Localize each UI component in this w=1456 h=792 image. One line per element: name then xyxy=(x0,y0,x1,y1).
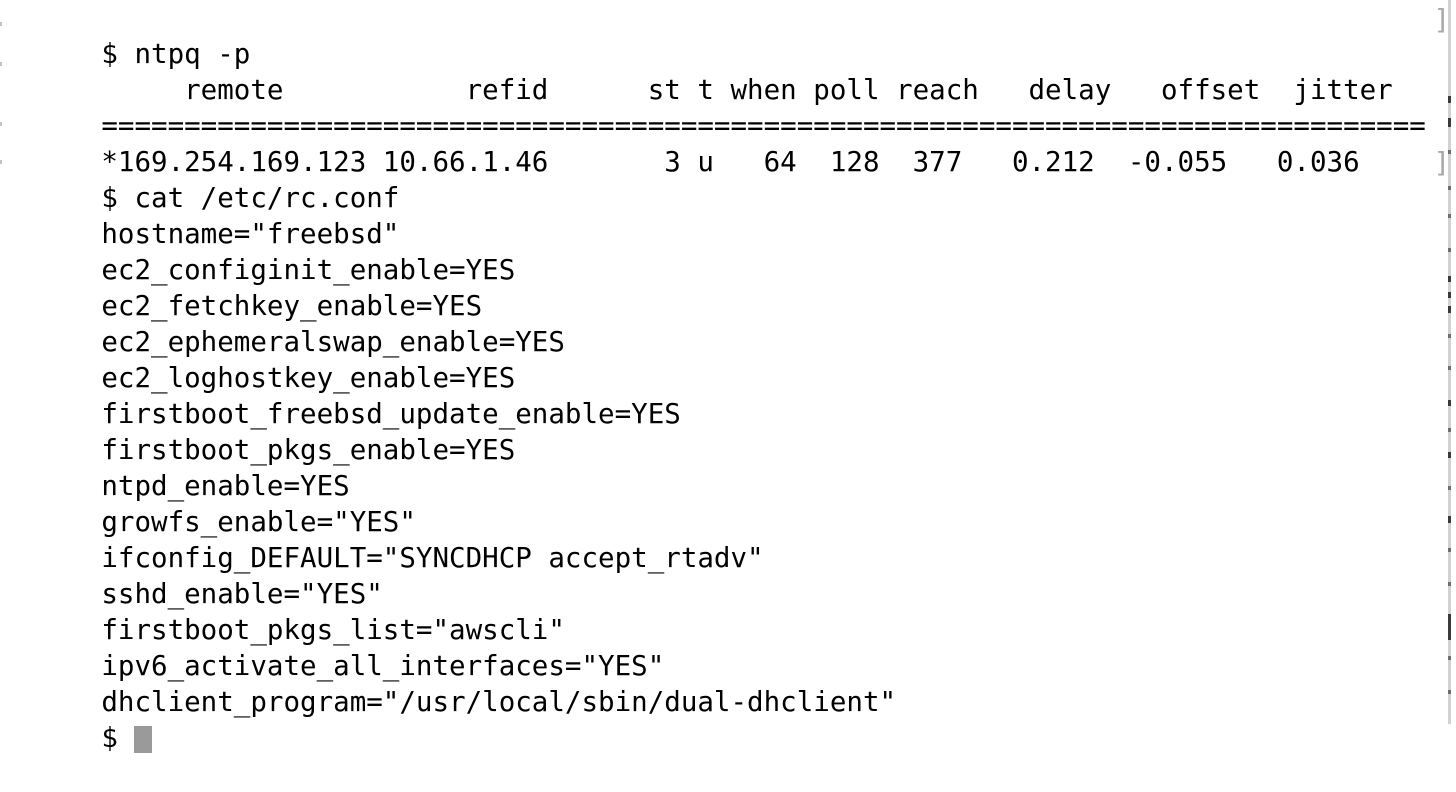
line-text: ntpd_enable=YES xyxy=(101,470,350,502)
minimap-tick xyxy=(1448,548,1451,552)
minimap-tick xyxy=(1448,656,1451,660)
left-edge-mark xyxy=(0,62,2,66)
text-cursor xyxy=(134,726,152,753)
left-edge-mark xyxy=(0,22,2,26)
minimap-tick xyxy=(1448,306,1451,313)
line-text: ipv6_activate_all_interfaces="YES" xyxy=(101,650,665,682)
line-text: hostname="freebsd" xyxy=(101,218,400,250)
minimap-tick xyxy=(1448,334,1451,338)
minimap-tick xyxy=(1448,150,1451,154)
minimap-tick xyxy=(1448,214,1451,218)
minimap-thumb[interactable] xyxy=(1448,614,1451,640)
line-text: dhclient_program="/usr/local/sbin/dual-d… xyxy=(101,686,897,718)
line-text: remote refid st t when poll reach delay … xyxy=(101,74,1393,106)
minimap-tick xyxy=(1448,516,1451,523)
line-text: firstboot_pkgs_list="awscli" xyxy=(101,614,565,646)
minimap-tick xyxy=(1448,400,1451,406)
left-edge-mark xyxy=(0,122,2,126)
line-text: $ ntpq -p xyxy=(101,38,251,70)
minimap-tick xyxy=(1448,582,1451,586)
line-text: ec2_ephemeralswap_enable=YES xyxy=(101,326,565,358)
terminal-window[interactable]: $ ntpq -p remote refid st t when poll re… xyxy=(0,0,1456,754)
line-text: firstboot_pkgs_enable=YES xyxy=(101,434,516,466)
prompt-symbol: $ xyxy=(101,722,118,754)
line-text: *169.254.169.123 10.66.1.46 3 u 64 128 3… xyxy=(101,146,1360,178)
minimap-tick xyxy=(1448,366,1451,370)
left-edge-mark xyxy=(0,160,2,164)
line-text: growfs_enable="YES" xyxy=(101,506,416,538)
minimap-tick xyxy=(1448,292,1451,298)
line-text: firstboot_freebsd_update_enable=YES xyxy=(101,398,681,430)
terminal-line-cmd-ntpq: $ ntpq -p xyxy=(0,0,1440,70)
line-text: ec2_configinit_enable=YES xyxy=(101,254,516,286)
line-text: ========================================… xyxy=(101,110,1426,142)
line-text: ec2_loghostkey_enable=YES xyxy=(101,362,516,394)
terminal-screen[interactable]: $ ntpq -p remote refid st t when poll re… xyxy=(0,0,1440,754)
minimap-tick xyxy=(1448,428,1451,432)
minimap-tick xyxy=(1448,96,1451,103)
scrollbar-minimap[interactable] xyxy=(1448,0,1451,724)
line-text: ec2_fetchkey_enable=YES xyxy=(101,290,483,322)
minimap-tick xyxy=(1448,690,1451,694)
line-text: $ cat /etc/rc.conf xyxy=(101,182,400,214)
minimap-tick xyxy=(1448,276,1451,282)
minimap-tick xyxy=(1448,248,1451,252)
minimap-tick xyxy=(1448,118,1451,127)
minimap-tick xyxy=(1448,186,1451,190)
line-text: ifconfig_DEFAULT="SYNCDHCP accept_rtadv" xyxy=(101,542,764,574)
minimap-tick xyxy=(1448,486,1451,490)
minimap-tick xyxy=(1448,452,1451,458)
line-text: sshd_enable="YES" xyxy=(101,578,383,610)
